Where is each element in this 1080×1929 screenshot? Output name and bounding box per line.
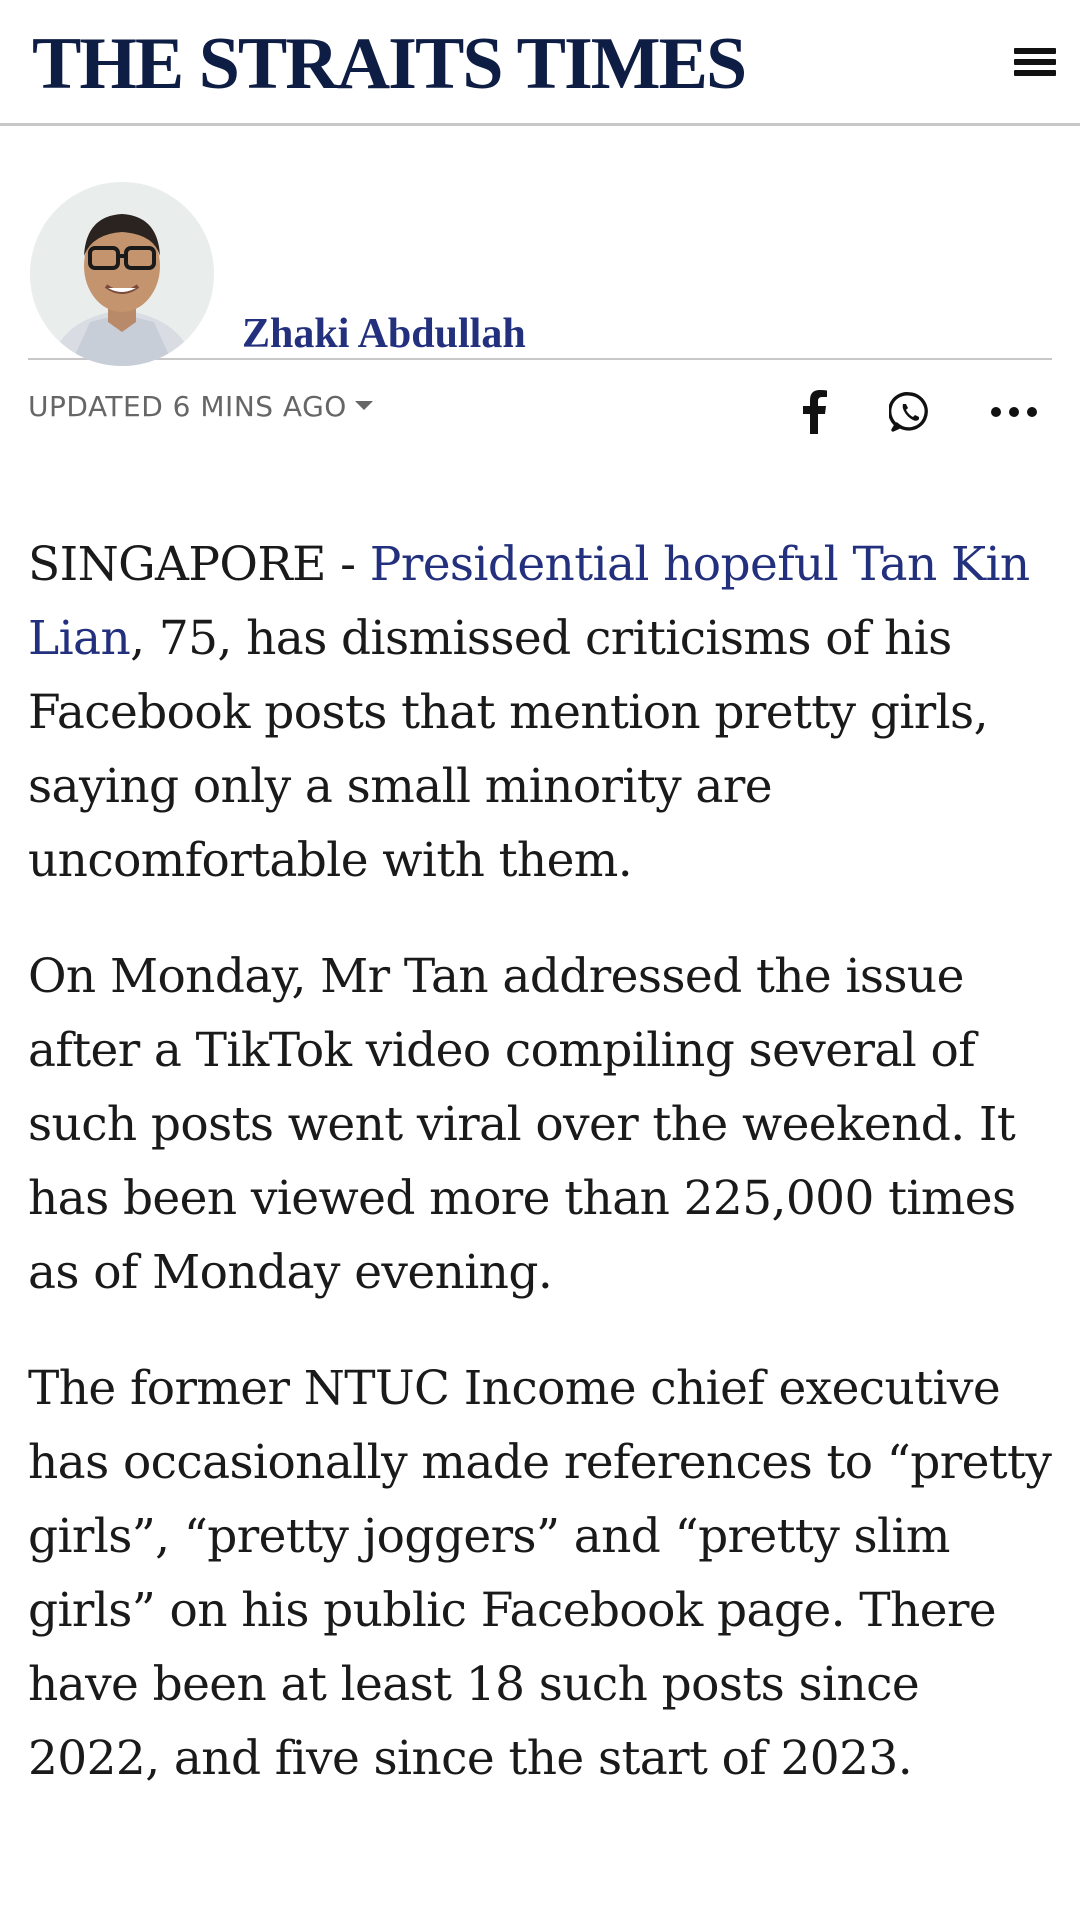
author-avatar[interactable] xyxy=(30,182,214,366)
article-meta: UPDATED 6 MINS AGO xyxy=(28,360,1052,470)
updated-timestamp-toggle[interactable]: UPDATED 6 MINS AGO xyxy=(28,390,373,423)
author-name-link[interactable]: Zhaki Abdullah xyxy=(242,310,526,358)
whatsapp-icon[interactable] xyxy=(880,382,940,442)
paragraph-2: On Monday, Mr Tan addressed the issue af… xyxy=(28,949,1016,1300)
site-header: THE STRAITS TIMES xyxy=(0,0,1080,126)
article-body: SINGAPORE - Presidential hopeful Tan Kin… xyxy=(28,528,1052,1796)
hamburger-menu-icon[interactable] xyxy=(1014,44,1056,80)
dateline: SINGAPORE - xyxy=(28,537,370,592)
more-icon[interactable] xyxy=(984,382,1044,442)
author-block: Zhaki Abdullah xyxy=(28,182,1052,366)
avatar-portrait xyxy=(30,182,214,366)
masthead-logo[interactable]: THE STRAITS TIMES xyxy=(32,18,747,110)
updated-label: UPDATED 6 MINS AGO xyxy=(28,390,347,423)
caret-down-icon xyxy=(354,400,373,410)
paragraph-1-text: , 75, has dismissed criticisms of his Fa… xyxy=(28,611,989,888)
paragraph-3: The former NTUC Income chief executive h… xyxy=(28,1361,1052,1786)
paragraph-1: SINGAPORE - Presidential hopeful Tan Kin… xyxy=(28,528,1052,898)
facebook-icon[interactable] xyxy=(784,382,844,442)
